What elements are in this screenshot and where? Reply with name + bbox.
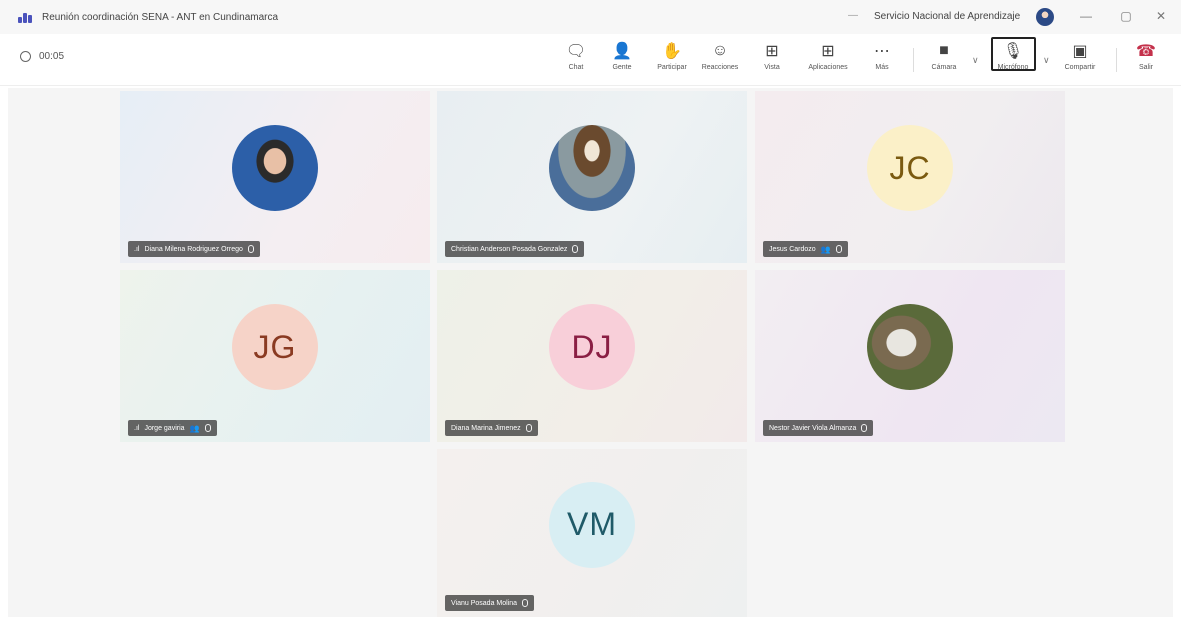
organization-name[interactable]: Servicio Nacional de Aprendizaje <box>874 11 1020 22</box>
people-button[interactable]: 👤 Gente <box>600 40 644 71</box>
mic-options-chevron-icon[interactable]: ∨ <box>1043 55 1050 66</box>
participant-name-tag: Jesus Cardozo 👥 <box>763 241 848 257</box>
meeting-timer: 00:05 <box>20 51 64 62</box>
participant-tile[interactable]: DJ Diana Marina Jimenez <box>437 270 747 442</box>
signal-icon: .ıl <box>134 245 140 253</box>
participant-name-tag: Vianu Posada Molina <box>445 595 535 611</box>
timer-value: 00:05 <box>39 51 65 62</box>
mic-muted-icon <box>525 424 532 432</box>
participant-avatar: DJ <box>549 304 635 391</box>
participant-name-tag: Diana Marina Jimenez <box>445 420 538 436</box>
participant-avatar: VM <box>549 481 635 568</box>
shield-icon <box>20 51 31 62</box>
guest-icon: 👥 <box>189 423 200 433</box>
raise-hand-button[interactable]: ✋ Participar <box>650 40 694 71</box>
title-bar: Reunión coordinación SENA - ANT en Cundi… <box>0 0 1181 34</box>
chat-icon: 🗨 <box>565 43 587 60</box>
microphone-focus-outline <box>991 37 1036 71</box>
mic-muted-icon <box>522 599 529 607</box>
signal-icon: .ıl <box>134 424 140 432</box>
participant-tile[interactable]: Christian Anderson Posada Gonzalez <box>437 91 747 263</box>
account-avatar[interactable] <box>1036 8 1054 26</box>
reactions-button[interactable]: ☺ Reacciones <box>698 40 742 71</box>
maximize-button[interactable]: ▢ <box>1116 9 1136 23</box>
participant-tile[interactable]: .ıl Diana Milena Rodriguez Orrego <box>120 91 430 263</box>
toolbar-divider <box>1116 48 1117 72</box>
participant-tile[interactable]: Nestor Javier Viola Almanza <box>755 270 1065 442</box>
participant-name-tag: Christian Anderson Posada Gonzalez <box>445 241 585 257</box>
chat-button[interactable]: 🗨 Chat <box>554 40 598 71</box>
mic-muted-icon <box>572 245 579 253</box>
hand-icon: ✋ <box>662 43 682 60</box>
participant-name-tag: Nestor Javier Viola Almanza <box>763 420 874 436</box>
participant-photo <box>549 125 635 212</box>
mic-muted-icon <box>861 424 868 432</box>
camera-button[interactable]: ■ Cámara <box>922 40 966 71</box>
participant-avatar: JG <box>232 304 318 391</box>
hangup-icon: ☎ <box>1136 43 1156 60</box>
minimize-button[interactable]: — <box>1076 9 1096 23</box>
more-button[interactable]: ⋯ Más <box>860 40 904 71</box>
camera-options-chevron-icon[interactable]: ∨ <box>972 55 979 66</box>
participant-tile[interactable]: JG .ıl Jorge gaviria 👥 <box>120 270 430 442</box>
more-icon: ⋯ <box>874 43 890 60</box>
participant-photo <box>232 125 318 212</box>
view-button[interactable]: ⊞ Vista <box>750 40 794 71</box>
participant-photo <box>867 304 953 391</box>
mic-muted-icon <box>835 245 842 253</box>
video-stage: .ıl Diana Milena Rodriguez Orrego Christ… <box>8 88 1173 617</box>
guest-icon: 👥 <box>820 244 831 254</box>
people-icon: 👤 <box>612 43 632 60</box>
camera-off-icon: ■ <box>939 42 949 59</box>
share-icon: ▣ <box>1072 43 1088 60</box>
mic-muted-icon <box>247 245 254 253</box>
plus-box-icon: ⊞ <box>821 43 835 60</box>
leave-button[interactable]: ☎ Salir <box>1124 40 1168 71</box>
toolbar-divider <box>913 48 914 72</box>
teams-logo-icon <box>18 11 34 23</box>
window-title: Reunión coordinación SENA - ANT en Cundi… <box>42 11 279 23</box>
share-button[interactable]: ▣ Compartir <box>1058 40 1102 71</box>
participant-avatar: JC <box>867 125 953 212</box>
smile-icon: ☺ <box>711 42 729 59</box>
participant-name-tag: .ıl Diana Milena Rodriguez Orrego <box>128 241 260 257</box>
mic-muted-icon <box>204 424 211 432</box>
participant-name-tag: .ıl Jorge gaviria 👥 <box>128 420 217 436</box>
participant-tile[interactable]: JC Jesus Cardozo 👥 <box>755 91 1065 263</box>
grid-icon: ⊞ <box>765 43 779 60</box>
participant-tile[interactable]: VM Vianu Posada Molina <box>437 449 747 617</box>
close-button[interactable]: ✕ <box>1151 9 1171 23</box>
apps-button[interactable]: ⊞ Aplicaciones <box>806 40 850 71</box>
